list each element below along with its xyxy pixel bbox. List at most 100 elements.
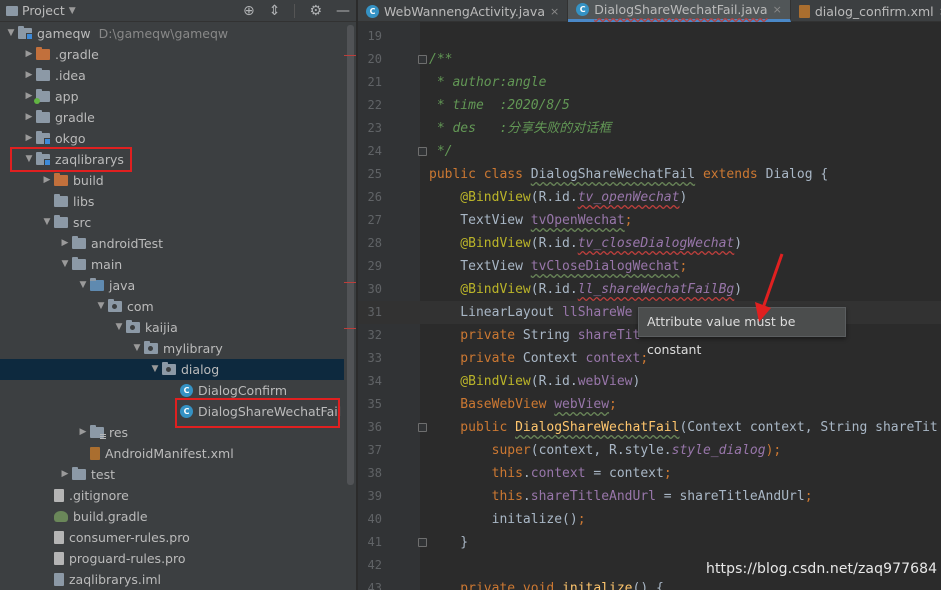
tree-item[interactable]: AndroidManifest.xml (0, 443, 350, 464)
text-file-icon (54, 489, 64, 502)
collapsed-arrow-icon[interactable]: ▶ (22, 86, 36, 107)
tree-item[interactable]: ▼ src (0, 212, 350, 233)
close-icon[interactable]: × (773, 3, 782, 16)
tree-item[interactable]: consumer-rules.pro (0, 527, 350, 548)
tree-item[interactable]: proguard-rules.pro (0, 548, 350, 569)
code-line[interactable]: 21 * author:angle (358, 71, 941, 94)
code-token: Context (522, 351, 586, 366)
expanded-arrow-icon[interactable]: ▼ (22, 149, 36, 170)
code-line[interactable]: 24 */ (358, 140, 941, 163)
error-stripe-mark (344, 328, 356, 329)
code-line[interactable]: 29 TextView tvCloseDialogWechat; (358, 255, 941, 278)
tree-item[interactable]: libs (0, 191, 350, 212)
code-line[interactable]: 26 @BindView(R.id.tv_openWechat) (358, 186, 941, 209)
tree-item[interactable]: ▶ test (0, 464, 350, 485)
tree-item[interactable]: ▶ okgo (0, 128, 350, 149)
code-token: TextView (429, 213, 531, 228)
tree-item[interactable]: C DialogShareWechatFail (0, 401, 350, 422)
tree-item[interactable]: .gitignore (0, 485, 350, 506)
collapsed-arrow-icon[interactable]: ▶ (22, 107, 36, 128)
package-icon (162, 362, 176, 375)
line-number: 41 (367, 535, 382, 549)
expanded-arrow-icon[interactable]: ▼ (40, 212, 54, 233)
code-editor[interactable]: 19 20 /** 21 * author:angle 22 * time :2020/… (358, 22, 941, 590)
expanded-arrow-icon[interactable]: ▼ (94, 296, 108, 317)
tree-item[interactable]: ▼ gameqw D:\gameqw\gameqw (0, 23, 350, 44)
fold-marker-icon[interactable] (418, 423, 427, 432)
line-number: 26 (367, 190, 382, 204)
editor-tab[interactable]: C DialogShareWechatFail.java × (568, 0, 791, 22)
tree-item[interactable]: build.gradle (0, 506, 350, 527)
tree-item[interactable]: ▶ build (0, 170, 350, 191)
tree-item[interactable]: ▶ app (0, 86, 350, 107)
code-token: ) (734, 236, 743, 251)
expanded-arrow-icon[interactable]: ▼ (112, 317, 126, 338)
collapse-all-icon[interactable]: ⇕ (269, 3, 281, 19)
project-tree-scrollbar[interactable] (347, 25, 354, 485)
module-folder-icon (36, 152, 51, 166)
collapsed-arrow-icon[interactable]: ▶ (22, 44, 36, 65)
close-icon[interactable]: × (550, 5, 559, 18)
code-line[interactable]: 39 this.shareTitleAndUrl = shareTitleAnd… (358, 485, 941, 508)
code-token: super (429, 443, 531, 458)
code-line[interactable]: 23 * des :分享失败的对话框 (358, 117, 941, 140)
code-line[interactable]: 30 @BindView(R.id.ll_shareWechatFailBg) (358, 278, 941, 301)
code-token: . (522, 489, 531, 504)
code-line[interactable]: 40 initalize(); (358, 508, 941, 531)
code-line[interactable]: 25 public class DialogShareWechatFail ext… (358, 163, 941, 186)
collapsed-arrow-icon[interactable]: ▶ (58, 464, 72, 485)
collapsed-arrow-icon[interactable]: ▶ (76, 422, 90, 443)
tree-item[interactable]: ▼ dialog (0, 359, 350, 380)
tree-item[interactable]: ▼ zaqlibrarys (0, 149, 350, 170)
code-line[interactable]: 36 public DialogShareWechatFail(Context … (358, 416, 941, 439)
collapsed-arrow-icon[interactable]: ▶ (22, 128, 36, 149)
tree-item[interactable]: ▼ mylibrary (0, 338, 350, 359)
collapsed-arrow-icon[interactable]: ▶ (58, 233, 72, 254)
code-line[interactable]: 27 TextView tvOpenWechat; (358, 209, 941, 232)
fold-marker-icon[interactable] (418, 55, 427, 64)
hide-panel-icon[interactable]: — (336, 3, 350, 19)
fold-marker-icon[interactable] (418, 538, 427, 547)
code-token: public (429, 420, 516, 435)
collapsed-arrow-icon[interactable]: ▶ (22, 65, 36, 86)
expanded-arrow-icon[interactable]: ▼ (148, 359, 162, 380)
code-line[interactable]: 38 this.context = context; (358, 462, 941, 485)
project-view-selector[interactable]: Project ▼ (6, 3, 76, 18)
code-line[interactable]: 37 super(context, R.style.style_dialog); (358, 439, 941, 462)
code-line[interactable]: 28 @BindView(R.id.tv_closeDialogWechat) (358, 232, 941, 255)
tree-item[interactable]: ▶ androidTest (0, 233, 350, 254)
editor-tab[interactable]: dialog_confirm.xml× (791, 0, 941, 22)
tree-item[interactable]: ▶ res (0, 422, 350, 443)
tree-item[interactable]: zaqlibrarys.iml (0, 569, 350, 590)
expanded-arrow-icon[interactable]: ▼ (4, 23, 18, 44)
gear-icon[interactable]: ⚙ (309, 3, 322, 19)
expanded-arrow-icon[interactable]: ▼ (58, 254, 72, 275)
code-text: /** (429, 48, 452, 71)
editor-tab[interactable]: C WebWannengActivity.java × (358, 0, 569, 22)
collapsed-arrow-icon[interactable]: ▶ (40, 170, 54, 191)
tree-item[interactable]: C DialogConfirm (0, 380, 350, 401)
line-number: 20 (367, 52, 382, 66)
tree-item[interactable]: ▶ .gradle (0, 44, 350, 65)
tree-item[interactable]: ▼ com (0, 296, 350, 317)
tree-item[interactable]: ▶ .idea (0, 65, 350, 86)
tree-item[interactable]: ▶ gradle (0, 107, 350, 128)
code-token: tv_closeDialogWechat (577, 236, 735, 251)
tree-item[interactable]: ▼ main (0, 254, 350, 275)
code-line[interactable]: 43 private void initalize() { (358, 577, 941, 590)
fold-marker-icon[interactable] (418, 147, 427, 156)
code-line[interactable]: 19 (358, 25, 941, 48)
code-line[interactable]: 35 BaseWebView webView; (358, 393, 941, 416)
code-text: public DialogShareWechatFail(Context con… (429, 416, 937, 439)
tree-item-label: gradle (55, 110, 95, 125)
expanded-arrow-icon[interactable]: ▼ (76, 275, 90, 296)
code-line[interactable]: 41 } (358, 531, 941, 554)
tree-item[interactable]: ▼ java (0, 275, 350, 296)
code-line[interactable]: 20 /** (358, 48, 941, 71)
expanded-arrow-icon[interactable]: ▼ (130, 338, 144, 359)
code-line[interactable]: 34 @BindView(R.id.webView) (358, 370, 941, 393)
code-line[interactable]: 22 * time :2020/8/5 (358, 94, 941, 117)
tree-item-label: kaijia (145, 320, 178, 335)
locate-file-icon[interactable]: ⊕ (243, 3, 255, 19)
tree-item[interactable]: ▼ kaijia (0, 317, 350, 338)
